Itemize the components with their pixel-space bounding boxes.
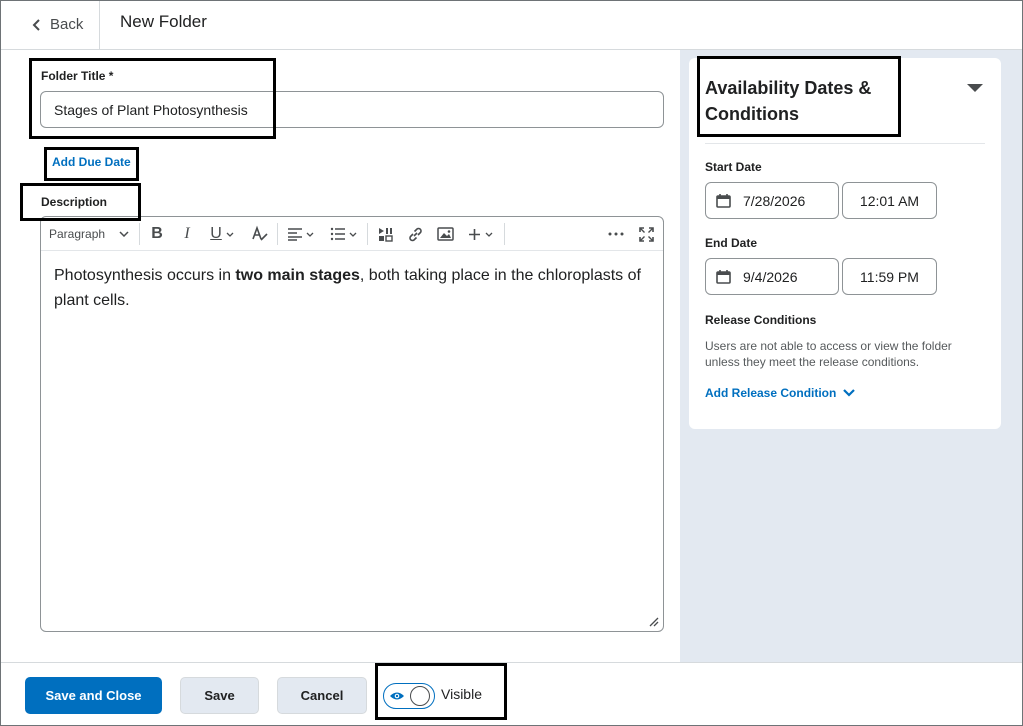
description-label: Description <box>41 195 108 209</box>
save-and-close-button[interactable]: Save and Close <box>25 677 162 714</box>
start-time-picker[interactable]: 12:01 AM <box>842 182 937 219</box>
save-button[interactable]: Save <box>180 677 259 714</box>
chevron-down-icon <box>843 389 856 397</box>
insert-media-icon[interactable] <box>374 222 396 246</box>
text-style-icon[interactable] <box>249 222 271 246</box>
folder-title-input[interactable] <box>40 91 664 128</box>
image-icon[interactable] <box>434 222 456 246</box>
toolbar-separator <box>504 223 505 245</box>
toolbar-separator <box>277 223 278 245</box>
chevron-down-icon <box>226 232 234 237</box>
cancel-button[interactable]: Cancel <box>277 677 367 714</box>
start-date-picker[interactable]: 7/28/2026 <box>705 182 839 219</box>
more-options-icon[interactable] <box>604 222 628 246</box>
chevron-down-icon <box>306 232 313 237</box>
end-time-value: 11:59 PM <box>860 268 919 285</box>
folder-title-label: Folder Title * <box>41 69 114 83</box>
end-date-value: 9/4/2026 <box>743 268 798 285</box>
card-divider <box>705 143 985 144</box>
toolbar-separator <box>139 223 140 245</box>
start-time-value: 12:01 AM <box>859 192 920 209</box>
start-date-label: Start Date <box>705 160 762 174</box>
release-conditions-help: Users are not able to access or view the… <box>705 339 952 369</box>
insert-plus-icon[interactable] <box>464 222 496 246</box>
chevron-left-icon <box>32 18 40 31</box>
add-due-date-link[interactable]: Add Due Date <box>52 155 131 169</box>
italic-icon[interactable]: I <box>177 222 197 246</box>
resize-grip-icon[interactable] <box>647 615 659 627</box>
editor-toolbar: Paragraph B I U <box>41 217 663 251</box>
end-time-picker[interactable]: 11:59 PM <box>842 258 937 295</box>
end-date-label: End Date <box>705 236 758 250</box>
start-date-value: 7/28/2026 <box>743 192 806 209</box>
calendar-icon <box>716 270 731 284</box>
underline-icon[interactable]: U <box>205 222 239 246</box>
visibility-toggle[interactable] <box>383 683 435 709</box>
editor-content[interactable]: Photosynthesis occurs in two main stages… <box>54 263 644 313</box>
chevron-down-icon <box>349 232 356 237</box>
toolbar-separator <box>367 223 368 245</box>
add-release-condition-label: Add Release Condition <box>705 386 837 400</box>
description-text: Photosynthesis occurs in <box>54 267 236 284</box>
collapse-caret-icon[interactable] <box>966 83 984 93</box>
eye-icon <box>390 692 404 700</box>
description-bold-text: two main stages <box>235 267 360 284</box>
list-icon[interactable] <box>327 222 359 246</box>
release-conditions-label: Release Conditions <box>705 313 817 327</box>
fullscreen-icon[interactable] <box>635 222 657 246</box>
end-date-picker[interactable]: 9/4/2026 <box>705 258 839 295</box>
chevron-down-icon <box>485 232 492 237</box>
back-button[interactable]: Back <box>12 0 100 49</box>
page-header: Back New Folder <box>0 0 1023 50</box>
bold-icon[interactable]: B <box>147 222 167 246</box>
paragraph-format-label: Paragraph <box>49 227 106 241</box>
paragraph-format-dropdown[interactable]: Paragraph <box>49 222 133 246</box>
availability-title: Availability Dates & Conditions <box>705 78 872 124</box>
link-icon[interactable] <box>404 222 426 246</box>
back-label: Back <box>50 16 84 33</box>
align-icon[interactable] <box>284 222 316 246</box>
description-editor[interactable]: Paragraph B I U Photosynthesis occurs in… <box>40 216 664 632</box>
chevron-down-icon <box>119 231 129 237</box>
add-release-condition-link[interactable]: Add Release Condition <box>705 386 856 400</box>
calendar-icon <box>716 194 731 208</box>
header-divider <box>99 0 100 49</box>
visible-label: Visible <box>441 686 482 702</box>
page-title: New Folder <box>120 12 207 31</box>
toggle-knob <box>410 686 430 706</box>
